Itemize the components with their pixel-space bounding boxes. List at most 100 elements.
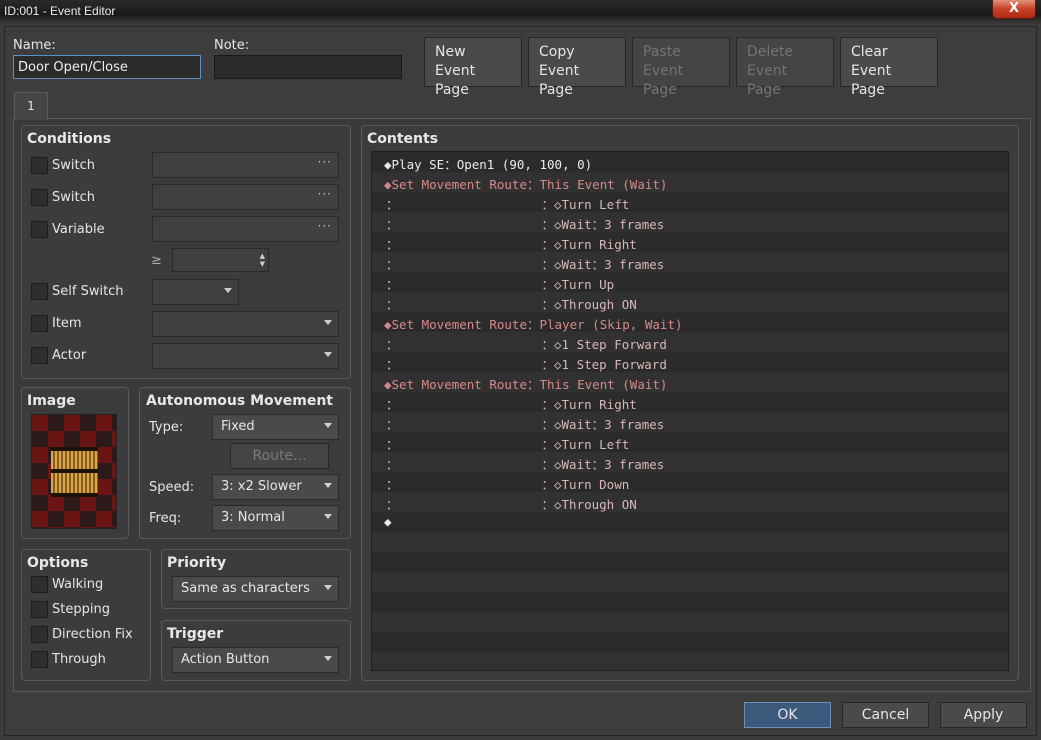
command-row[interactable] [372, 612, 1008, 632]
command-row[interactable]: ： ：◇Wait：3 frames [372, 412, 1008, 432]
speed-value: 3: x2 Slower [221, 479, 302, 494]
delete-button-line1: Delete [747, 44, 793, 60]
priority-title: Priority [167, 555, 227, 571]
new-button-line2: Event Page [435, 63, 476, 98]
command-text: ： ：◇Wait：3 frames [386, 257, 665, 272]
command-text: ： ：◇Turn Up [386, 277, 615, 292]
speed-dropdown[interactable]: 3: x2 Slower [212, 474, 339, 500]
tab-page-1[interactable]: 1 [14, 92, 48, 120]
trigger-dropdown[interactable]: Action Button [172, 647, 339, 673]
self-switch-checkbox[interactable] [31, 283, 48, 300]
name-label: Name: [13, 38, 56, 53]
chevron-down-icon [324, 585, 332, 590]
copy-button-line2: Event Page [539, 63, 580, 98]
paste-button-line1: Paste [643, 44, 681, 60]
command-row[interactable]: ： ：◇1 Step Forward [372, 352, 1008, 372]
command-text: ： ：◇Turn Right [386, 237, 637, 252]
command-text: ： ：◇Through ON [386, 497, 637, 512]
note-input[interactable] [214, 55, 402, 79]
command-text: ◆ [384, 514, 392, 529]
command-text: ： ：◇Wait：3 frames [386, 217, 665, 232]
command-text: ： ：◇Turn Left [386, 197, 630, 212]
ellipsis-icon: ··· [317, 219, 332, 233]
priority-value: Same as characters [181, 581, 310, 596]
event-image-preview[interactable] [31, 414, 117, 529]
command-row[interactable] [372, 652, 1008, 670]
spinner-arrows-icon[interactable]: ▲ ▼ [260, 252, 265, 268]
switch1-checkbox[interactable] [31, 157, 48, 174]
command-row[interactable] [372, 532, 1008, 552]
direction-fix-checkbox[interactable] [31, 626, 48, 643]
command-row[interactable]: ◆Set Movement Route：This Event (Wait) [372, 172, 1008, 192]
command-row[interactable] [372, 572, 1008, 592]
new-event-page-button[interactable]: New Event Page [424, 37, 522, 98]
chevron-down-icon [324, 320, 332, 325]
stepping-checkbox[interactable] [31, 601, 48, 618]
image-title: Image [27, 393, 76, 409]
apply-button[interactable]: Apply [940, 702, 1027, 728]
stepping-label: Stepping [52, 602, 110, 617]
actor-dropdown[interactable] [152, 343, 339, 369]
variable-value-spinner[interactable]: ▲ ▼ [172, 248, 269, 272]
paste-button-line2: Event Page [643, 63, 684, 98]
name-input[interactable] [13, 55, 201, 79]
command-row[interactable]: ： ：◇Wait：3 frames [372, 252, 1008, 272]
walking-checkbox[interactable] [31, 576, 48, 593]
command-row[interactable]: ： ：◇Turn Right [372, 232, 1008, 252]
command-row[interactable]: ◆ [372, 512, 1008, 532]
command-row[interactable]: ◆Set Movement Route：This Event (Wait) [372, 372, 1008, 392]
trigger-title: Trigger [167, 626, 224, 642]
ok-button[interactable]: OK [744, 702, 831, 728]
door-sprite-icon [51, 447, 98, 497]
command-row[interactable]: ： ：◇Turn Left [372, 192, 1008, 212]
actor-checkbox[interactable] [31, 347, 48, 364]
command-row[interactable] [372, 592, 1008, 612]
command-row[interactable] [372, 632, 1008, 652]
through-checkbox[interactable] [31, 651, 48, 668]
chevron-down-icon [324, 423, 332, 428]
command-text: ： ：◇Turn Left [386, 437, 630, 452]
paste-event-page-button[interactable]: Paste Event Page [632, 37, 730, 98]
command-text: ： ：◇1 Step Forward [386, 357, 667, 372]
ellipsis-icon: ··· [317, 155, 332, 169]
clear-event-page-button[interactable]: Clear Event Page [840, 37, 938, 98]
command-row[interactable]: ◆Set Movement Route：Player (Skip, Wait) [372, 312, 1008, 332]
item-dropdown[interactable] [152, 311, 339, 337]
event-command-list[interactable]: ◆Play SE：Open1 (90, 100, 0) ◆Set Movement… [371, 151, 1009, 671]
walking-label: Walking [52, 577, 104, 592]
priority-dropdown[interactable]: Same as characters [172, 576, 339, 602]
copy-event-page-button[interactable]: Copy Event Page [528, 37, 626, 98]
command-text: ： ：◇1 Step Forward [386, 337, 667, 352]
command-row[interactable]: ： ：◇Turn Down [372, 472, 1008, 492]
command-row[interactable]: ： ：◇Turn Right [372, 392, 1008, 412]
freq-dropdown[interactable]: 3: Normal [212, 505, 339, 531]
trigger-value: Action Button [181, 652, 270, 667]
command-row[interactable]: ： ：◇Turn Left [372, 432, 1008, 452]
switch2-checkbox[interactable] [31, 189, 48, 206]
variable-selector[interactable]: ··· [152, 216, 339, 242]
delete-event-page-button[interactable]: Delete Event Page [736, 37, 834, 98]
close-button[interactable]: X [992, 0, 1036, 19]
switch1-selector[interactable]: ··· [152, 152, 339, 178]
command-row[interactable] [372, 552, 1008, 572]
command-row[interactable]: ◆Play SE：Open1 (90, 100, 0) [372, 152, 1008, 172]
speed-label: Speed: [149, 480, 195, 495]
route-button[interactable]: Route... [230, 443, 329, 469]
variable-checkbox[interactable] [31, 221, 48, 238]
command-row[interactable]: ： ：◇Wait：3 frames [372, 452, 1008, 472]
type-dropdown[interactable]: Fixed [212, 414, 339, 440]
command-text: ◆Play SE：Open1 (90, 100, 0) [384, 157, 593, 172]
cancel-button[interactable]: Cancel [842, 702, 929, 728]
ge-symbol: ≥ [151, 253, 162, 268]
command-row[interactable]: ： ：◇Wait：3 frames [372, 212, 1008, 232]
item-checkbox[interactable] [31, 315, 48, 332]
self-switch-dropdown[interactable] [152, 279, 239, 305]
switch2-selector[interactable]: ··· [152, 184, 339, 210]
command-text: ： ：◇Through ON [386, 297, 637, 312]
command-row[interactable]: ： ：◇Through ON [372, 492, 1008, 512]
command-text: ◆Set Movement Route：This Event (Wait) [384, 177, 668, 192]
command-row[interactable]: ： ：◇Through ON [372, 292, 1008, 312]
command-row[interactable]: ： ：◇1 Step Forward [372, 332, 1008, 352]
window-title: ID:001 - Event Editor [4, 4, 116, 18]
command-row[interactable]: ： ：◇Turn Up [372, 272, 1008, 292]
